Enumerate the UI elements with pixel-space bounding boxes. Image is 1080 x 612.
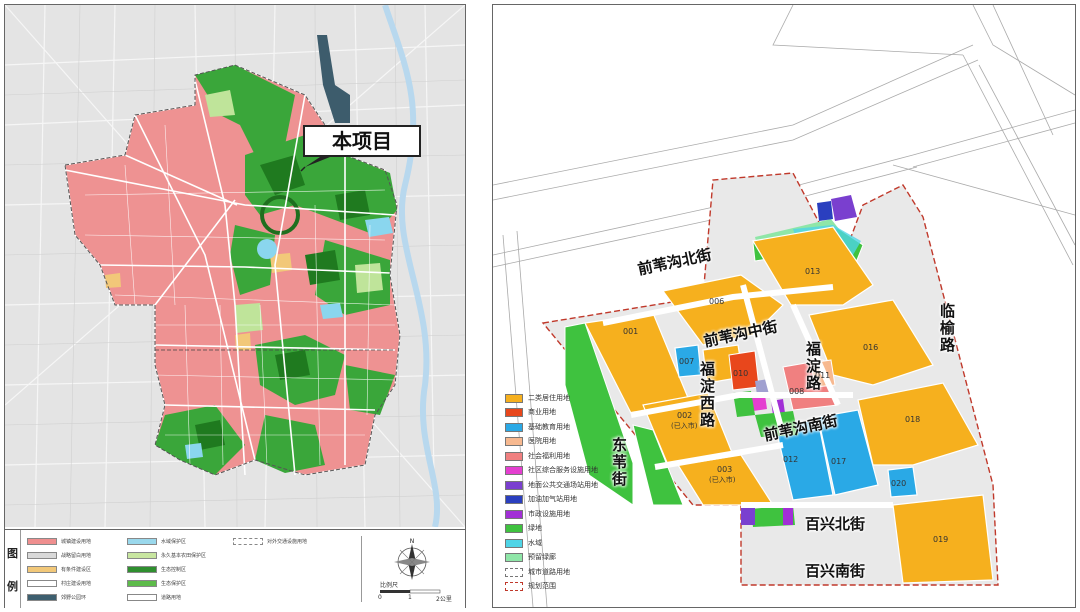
site-plan-legend: 二类居住用地 商业用地 基础教育用地 医院用地 社会福利用地 社区综合服务设施用… [505, 391, 605, 594]
legend-item: 社会福利用地 [505, 449, 605, 464]
lot-label: 006 [709, 297, 725, 306]
lot-label: 016 [863, 343, 879, 352]
svg-text:N: N [410, 538, 415, 545]
legend-item: 水域保护区 [127, 536, 186, 547]
legend-item: 地面公共交通场站用地 [505, 478, 605, 493]
legend-item: 生态控制区 [127, 564, 186, 575]
scale-label: 比例尺 [380, 582, 399, 589]
legend-item: 商业用地 [505, 406, 605, 421]
road-label-dongwei: 东苇街 [610, 437, 628, 488]
compass-and-scale: N 比例尺 0 1 2公里 [361, 536, 462, 603]
lot-label: 018 [905, 415, 921, 424]
legend-item: 基础教育用地 [505, 420, 605, 435]
road-label-baixing-north: 百兴北街 [805, 515, 866, 533]
scale-tick: 0 [378, 594, 382, 601]
legend-item: 有条件建设区 [27, 564, 91, 575]
legend-tag-char-1: 图 [7, 546, 18, 560]
legend-item: 对外交通设施用地 [233, 536, 307, 547]
road-label-baixing-south: 百兴南街 [805, 562, 866, 580]
legend-item: 生态保护区 [127, 578, 186, 589]
legend-item: 水域 [505, 536, 605, 551]
lot-label: 002 [677, 411, 693, 420]
legend-item: 绿地 [505, 522, 605, 537]
lot-label: 001 [623, 327, 639, 336]
project-callout-label: 本项目 [303, 125, 421, 157]
legend-item: 道路用地 [127, 592, 181, 603]
legend-item: 市政设施用地 [505, 507, 605, 522]
lot-note: (已入市) [709, 476, 736, 484]
road-label-fudian: 福淀路 [804, 341, 822, 392]
legend-item: 加油加气站用地 [505, 493, 605, 508]
legend-item: 村庄建设用地 [27, 578, 91, 589]
legend-item: 城市道路用地 [505, 565, 605, 580]
lot-note: (已入市) [671, 422, 698, 430]
lot-label: 007 [679, 357, 695, 366]
district-map-canvas [5, 5, 465, 527]
lot-label: 012 [783, 455, 799, 464]
legend-item: 社区综合服务设施用地 [505, 464, 605, 479]
compass-icon: N [380, 538, 441, 594]
district-map-legend: 图 例 城镇建设用地 战略留白用地 有条件建设区 村庄建设用地 郊野公园环 水域… [5, 529, 465, 608]
lot-label: 010 [733, 369, 749, 378]
lot-label: 019 [933, 535, 949, 544]
district-land-use-map: 本项目 图 例 城镇建设用地 战略留白用地 有条件建设区 村庄建设用地 郊野公园… [4, 4, 466, 608]
legend-item: 二类居住用地 [505, 391, 605, 406]
legend-item: 战略留白用地 [27, 550, 91, 561]
legend-item: 永久基本农田保护区 [127, 550, 206, 561]
lot-label: 003 [717, 465, 733, 474]
lot-label: 017 [831, 457, 847, 466]
legend-tag-char-2: 例 [7, 579, 18, 593]
road-label-fudian-west: 福淀西路 [698, 361, 716, 429]
legend-item: 城镇建设用地 [27, 536, 91, 547]
scale-tick: 1 [408, 594, 412, 601]
legend-tag: 图 例 [5, 530, 21, 608]
legend-item: 规划范围 [505, 580, 605, 595]
site-plan-map: 前苇沟北街 前苇沟中街 前苇沟南街 福淀西路 福淀路 东苇街 临榆路 百兴北街 … [492, 4, 1076, 608]
legend-item: 预留绿廊 [505, 551, 605, 566]
lot-label: 011 [815, 371, 831, 380]
legend-item: 郊野公园环 [27, 592, 86, 603]
legend-item: 医院用地 [505, 435, 605, 450]
lot-label: 013 [805, 267, 821, 276]
lot-label: 008 [789, 387, 805, 396]
lot-label: 020 [891, 479, 907, 488]
road-label-linyu: 临榆路 [938, 303, 956, 354]
scale-tick: 2公里 [436, 596, 452, 603]
